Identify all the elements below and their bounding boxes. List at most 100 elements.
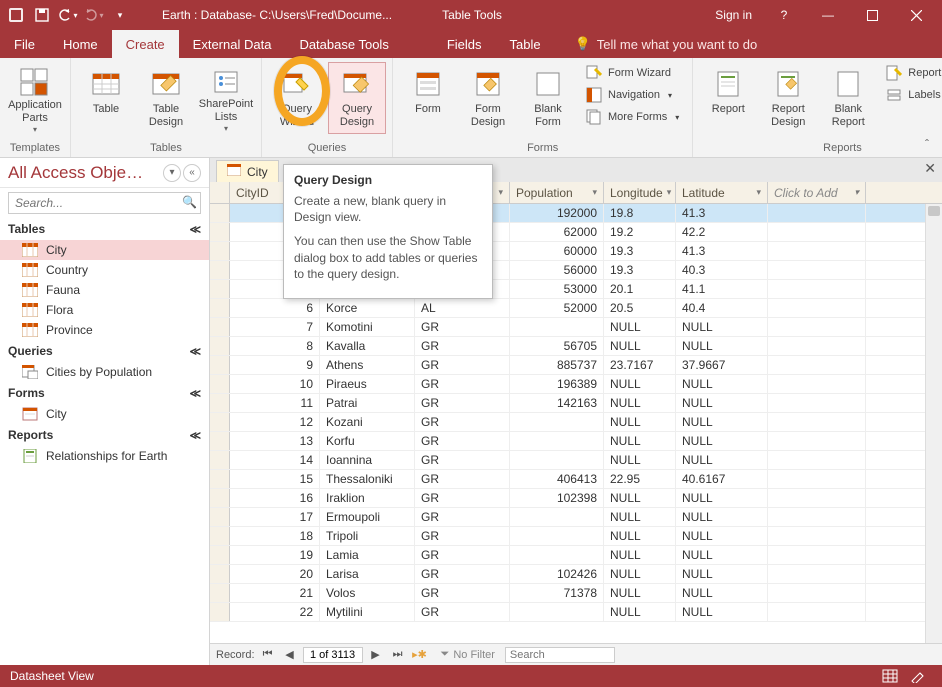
nav-group-forms[interactable]: Forms≪ — [0, 382, 209, 404]
nav-collapse-icon[interactable]: « — [183, 164, 201, 182]
table-row[interactable]: 7KomotiniGRNULLNULL — [210, 318, 942, 337]
table-row[interactable]: 9AthensGR88573723.716737.9667 — [210, 356, 942, 375]
redo-icon[interactable]: ▾ — [82, 3, 106, 27]
column-header-latitude[interactable]: Latitude▾ — [676, 182, 768, 203]
help-button[interactable]: ? — [762, 0, 806, 30]
nav-item-city[interactable]: City — [0, 404, 209, 424]
table-row[interactable]: 8KavallaGR56705NULLNULL — [210, 337, 942, 356]
table-row[interactable]: 6KorceAL5200020.540.4 — [210, 299, 942, 318]
search-icon[interactable]: 🔍 — [182, 195, 197, 209]
row-selector[interactable] — [210, 318, 230, 336]
form-button[interactable]: Form — [399, 62, 457, 134]
first-record-button[interactable]: ⏮ — [259, 646, 277, 664]
sign-in-link[interactable]: Sign in — [715, 8, 752, 22]
nav-item-city[interactable]: City — [0, 240, 209, 260]
save-icon[interactable] — [30, 3, 54, 27]
row-selector[interactable] — [210, 546, 230, 564]
vertical-scrollbar[interactable] — [925, 204, 942, 643]
row-selector[interactable] — [210, 242, 230, 260]
prev-record-button[interactable]: ◀ — [281, 646, 299, 664]
doc-tab-city[interactable]: City — [216, 160, 279, 182]
table-row[interactable]: 12KozaniGRNULLNULL — [210, 413, 942, 432]
navigation-button[interactable]: Navigation▾ — [579, 84, 686, 106]
table-row[interactable]: 16IraklionGR102398NULLNULL — [210, 489, 942, 508]
nav-item-relationships-for-earth[interactable]: Relationships for Earth — [0, 446, 209, 466]
row-selector[interactable] — [210, 375, 230, 393]
design-view-button[interactable] — [904, 665, 932, 687]
nav-pane-title[interactable]: All Access Obje… — [8, 163, 161, 183]
table-button[interactable]: Table — [77, 62, 135, 134]
table-row[interactable]: 20LarisaGR102426NULLNULL — [210, 565, 942, 584]
row-selector[interactable] — [210, 451, 230, 469]
menu-tab-database-tools[interactable]: Database Tools — [285, 30, 402, 58]
column-header-click-to-add[interactable]: Click to Add▾ — [768, 182, 866, 203]
table-row[interactable]: 19LamiaGRNULLNULL — [210, 546, 942, 565]
menu-tab-file[interactable]: File — [0, 30, 49, 58]
row-selector[interactable] — [210, 565, 230, 583]
nav-group-tables[interactable]: Tables≪ — [0, 218, 209, 240]
table-row[interactable]: 21VolosGR71378NULLNULL — [210, 584, 942, 603]
table-row[interactable]: 10PiraeusGR196389NULLNULL — [210, 375, 942, 394]
nav-group-reports[interactable]: Reports≪ — [0, 424, 209, 446]
nav-dropdown-icon[interactable]: ▾ — [163, 164, 181, 182]
row-selector[interactable] — [210, 394, 230, 412]
row-selector[interactable] — [210, 299, 230, 317]
menu-tab-create[interactable]: Create — [112, 30, 179, 58]
table-row[interactable]: 15ThessalonikiGR40641322.9540.6167 — [210, 470, 942, 489]
form-design-button[interactable]: Form Design — [459, 62, 517, 134]
table-row[interactable]: 18TripoliGRNULLNULL — [210, 527, 942, 546]
blank-report-button[interactable]: Blank Report — [819, 62, 877, 134]
table-row[interactable]: 17ErmoupoliGRNULLNULL — [210, 508, 942, 527]
table-design-button[interactable]: Table Design — [137, 62, 195, 134]
row-selector[interactable] — [210, 584, 230, 602]
nav-item-fauna[interactable]: Fauna — [0, 280, 209, 300]
nav-item-country[interactable]: Country — [0, 260, 209, 280]
menu-tab-external-data[interactable]: External Data — [179, 30, 286, 58]
row-selector[interactable] — [210, 356, 230, 374]
scroll-thumb[interactable] — [928, 206, 940, 216]
nav-item-province[interactable]: Province — [0, 320, 209, 340]
nav-search-input[interactable] — [8, 192, 201, 214]
query-design-button[interactable]: Query Design — [328, 62, 386, 134]
row-selector[interactable] — [210, 413, 230, 431]
report-wizard-button[interactable]: Report Wizard — [879, 62, 942, 84]
query-wizard-button[interactable]: Query Wizard — [268, 62, 326, 134]
context-tab-table[interactable]: Table — [496, 30, 555, 58]
undo-icon[interactable]: ▾ — [56, 3, 80, 27]
new-record-button[interactable]: ▸✱ — [411, 646, 429, 664]
report-design-button[interactable]: Report Design — [759, 62, 817, 134]
nav-item-flora[interactable]: Flora — [0, 300, 209, 320]
row-selector[interactable] — [210, 508, 230, 526]
maximize-button[interactable] — [850, 0, 894, 30]
row-selector[interactable] — [210, 204, 230, 222]
row-selector[interactable] — [210, 223, 230, 241]
table-row[interactable]: 11PatraiGR142163NULLNULL — [210, 394, 942, 413]
next-record-button[interactable]: ▶ — [367, 646, 385, 664]
select-all-corner[interactable] — [210, 182, 230, 203]
close-button[interactable] — [894, 0, 938, 30]
collapse-ribbon-icon[interactable]: ˆ — [918, 135, 936, 153]
minimize-button[interactable]: — — [806, 0, 850, 30]
table-row[interactable]: 13KorfuGRNULLNULL — [210, 432, 942, 451]
access-icon[interactable] — [4, 3, 28, 27]
filter-indicator[interactable]: ⏷No Filter — [441, 648, 495, 661]
row-selector[interactable] — [210, 603, 230, 621]
table-row[interactable]: 22MytiliniGRNULLNULL — [210, 603, 942, 622]
record-position-input[interactable] — [303, 647, 363, 663]
table-row[interactable]: 14IoanninaGRNULLNULL — [210, 451, 942, 470]
row-selector[interactable] — [210, 261, 230, 279]
customize-qat-icon[interactable]: ▾ — [108, 3, 132, 27]
tell-me-search[interactable]: 💡 Tell me what you want to do — [575, 30, 758, 58]
blank-form-button[interactable]: Blank Form — [519, 62, 577, 134]
row-selector[interactable] — [210, 489, 230, 507]
sharepoint-lists-button[interactable]: SharePoint Lists▾ — [197, 62, 255, 134]
last-record-button[interactable]: ⏭ — [389, 646, 407, 664]
row-selector[interactable] — [210, 432, 230, 450]
row-selector[interactable] — [210, 470, 230, 488]
nav-group-queries[interactable]: Queries≪ — [0, 340, 209, 362]
row-selector[interactable] — [210, 337, 230, 355]
more-forms-button[interactable]: More Forms▾ — [579, 106, 686, 128]
column-header-longitude[interactable]: Longitude▾ — [604, 182, 676, 203]
menu-tab-home[interactable]: Home — [49, 30, 112, 58]
close-tab-icon[interactable]: ✕ — [924, 160, 936, 177]
